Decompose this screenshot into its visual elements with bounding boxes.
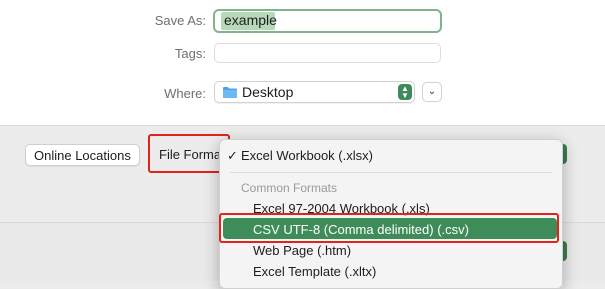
stepper-icon: ▲ ▼ bbox=[398, 84, 412, 100]
menu-item[interactable]: Excel Template (.xltx) bbox=[253, 264, 376, 279]
menu-group-header: Common Formats bbox=[241, 181, 338, 195]
annotation-box-csv bbox=[219, 213, 559, 243]
folder-icon bbox=[223, 87, 237, 98]
chevron-down-icon[interactable]: ⌄ bbox=[422, 82, 442, 102]
where-value: Desktop bbox=[242, 84, 294, 100]
save-as-value[interactable]: example bbox=[224, 12, 277, 28]
section-divider bbox=[0, 125, 605, 126]
where-label: Where: bbox=[164, 86, 206, 101]
tags-label: Tags: bbox=[174, 46, 206, 61]
menu-separator bbox=[230, 172, 552, 173]
where-popup[interactable]: Desktop ▲ ▼ bbox=[214, 81, 415, 103]
online-locations-button[interactable]: Online Locations bbox=[25, 144, 140, 166]
checkmark-icon: ✓ bbox=[227, 148, 238, 163]
annotation-box-file-format bbox=[148, 134, 230, 173]
save-as-label: Save As: bbox=[154, 13, 206, 28]
menu-item-current[interactable]: Excel Workbook (.xlsx) bbox=[241, 148, 373, 163]
menu-item[interactable]: Web Page (.htm) bbox=[253, 243, 351, 258]
tags-field[interactable] bbox=[214, 43, 441, 63]
